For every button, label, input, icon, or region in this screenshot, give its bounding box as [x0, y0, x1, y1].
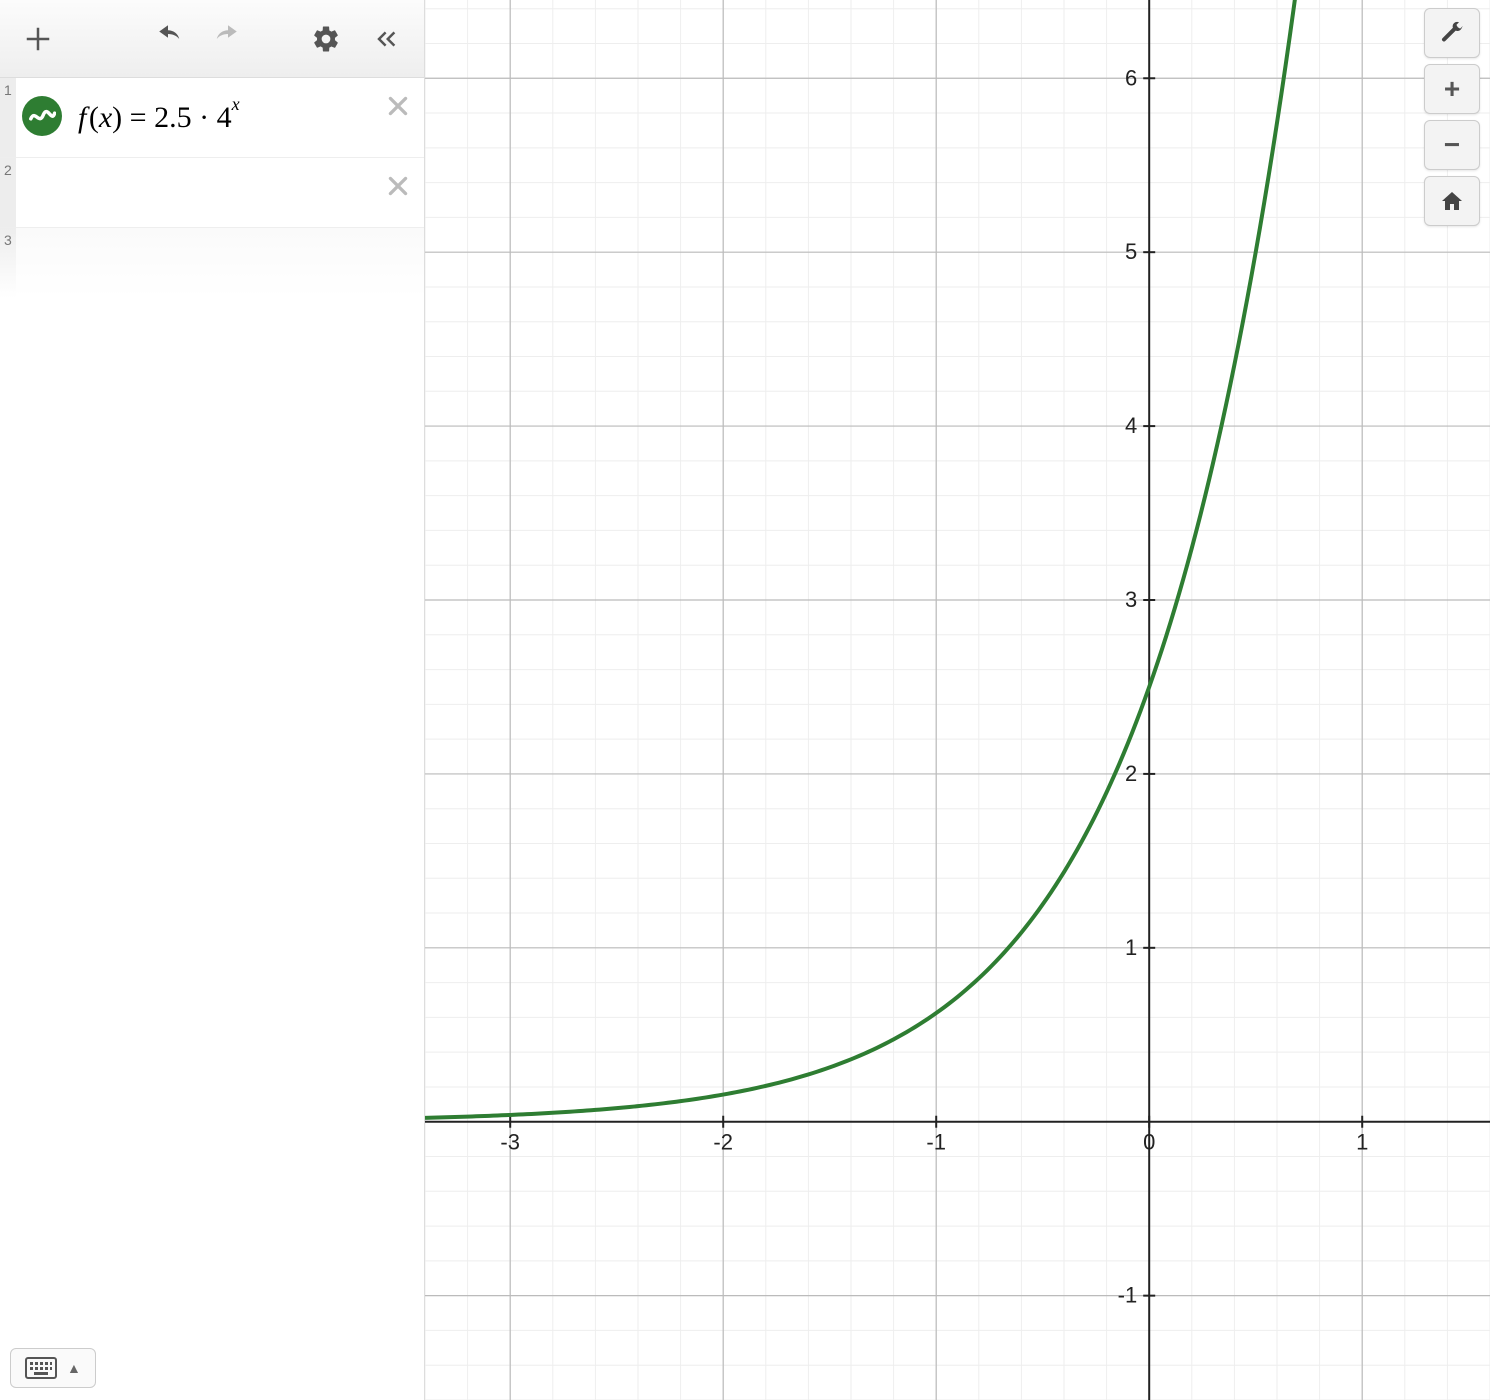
svg-text:-1: -1	[1118, 1283, 1138, 1308]
row-number-col: 3	[0, 228, 16, 298]
svg-text:4: 4	[1125, 413, 1137, 438]
expression-input[interactable]	[68, 158, 424, 227]
graph-controls: + −	[1424, 8, 1480, 226]
row-icon-col	[16, 78, 68, 157]
svg-text:6: 6	[1125, 65, 1137, 90]
svg-text:5: 5	[1125, 239, 1137, 264]
zoom-out-button[interactable]: −	[1424, 120, 1480, 170]
redo-button[interactable]	[198, 9, 258, 69]
svg-text:1: 1	[1356, 1130, 1368, 1155]
function-color-badge[interactable]	[22, 96, 62, 136]
row-number: 2	[4, 162, 12, 178]
svg-text:1: 1	[1125, 935, 1137, 960]
zoom-in-button[interactable]: +	[1424, 64, 1480, 114]
svg-text:-1: -1	[926, 1130, 946, 1155]
delete-expression-button[interactable]	[380, 168, 416, 204]
svg-text:2: 2	[1125, 761, 1137, 786]
row-number-col: 2	[0, 158, 16, 227]
graph-settings-button[interactable]	[1424, 8, 1480, 58]
keyboard-icon	[25, 1357, 57, 1379]
expression-input[interactable]	[68, 228, 424, 298]
row-icon-col	[16, 228, 68, 298]
row-number-col: 1	[0, 78, 16, 157]
svg-text:0: 0	[1143, 1130, 1155, 1155]
row-number: 3	[4, 232, 12, 248]
settings-button[interactable]	[296, 9, 356, 69]
expression-panel: 1 f (x) = 2.5 · 4x 2	[0, 0, 425, 1400]
home-button[interactable]	[1424, 176, 1480, 226]
delete-expression-button[interactable]	[380, 88, 416, 124]
graph-area[interactable]: -3 -2 -1 0 1 -1 1 2 3 4 5 6 + −	[425, 0, 1490, 1400]
expression-toolbar	[0, 0, 424, 78]
undo-button[interactable]	[138, 9, 198, 69]
expression-row[interactable]: 3	[0, 228, 424, 298]
expression-row[interactable]: 2	[0, 158, 424, 228]
collapse-panel-button[interactable]	[356, 9, 416, 69]
wrench-icon	[1440, 21, 1464, 45]
plus-icon: +	[1444, 73, 1460, 105]
home-icon	[1440, 189, 1464, 213]
add-expression-button[interactable]	[8, 9, 68, 69]
svg-text:-3: -3	[500, 1130, 520, 1155]
expression-input[interactable]: f (x) = 2.5 · 4x	[68, 78, 424, 157]
expression-row[interactable]: 1 f (x) = 2.5 · 4x	[0, 78, 424, 158]
row-icon-col	[16, 158, 68, 227]
expression-list: 1 f (x) = 2.5 · 4x 2	[0, 78, 424, 1400]
keypad-toggle-button[interactable]: ▲	[10, 1348, 96, 1388]
svg-text:-2: -2	[713, 1130, 733, 1155]
row-number: 1	[4, 82, 12, 98]
svg-text:3: 3	[1125, 587, 1137, 612]
graph-canvas[interactable]: -3 -2 -1 0 1 -1 1 2 3 4 5 6	[425, 0, 1490, 1400]
minus-icon: −	[1444, 129, 1460, 161]
chevron-up-icon: ▲	[67, 1360, 81, 1376]
